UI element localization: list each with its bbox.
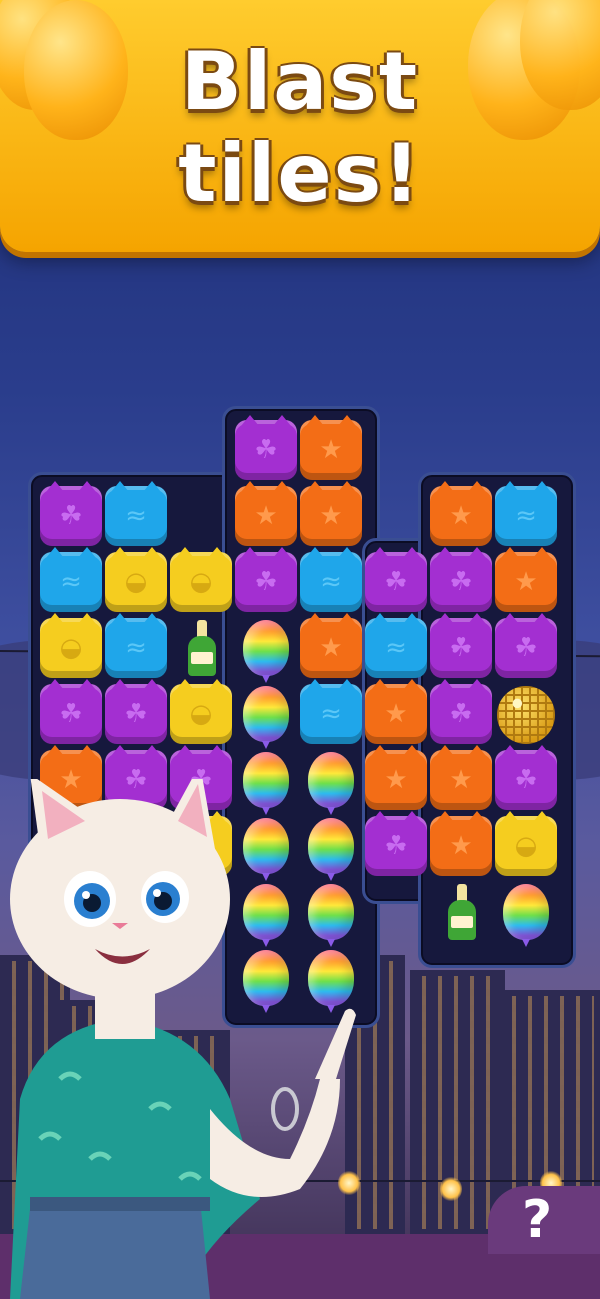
tile-purple[interactable]: ☘ — [235, 547, 297, 612]
fish-icon: ≈ — [515, 501, 537, 531]
fish-icon: ≈ — [125, 501, 147, 531]
tile-orange[interactable]: ★ — [235, 481, 297, 546]
paw-icon: ☘ — [514, 633, 538, 663]
mouse-icon: ◒ — [189, 699, 213, 729]
mouse-icon: ◒ — [124, 567, 148, 597]
tile-yellow[interactable]: ◒ — [170, 679, 232, 744]
paw-icon: ☘ — [449, 567, 473, 597]
paw-icon: ☘ — [384, 831, 408, 861]
tile-yellow[interactable]: ◒ — [105, 547, 167, 612]
tile-purple[interactable]: ☘ — [430, 679, 492, 744]
star-icon: ★ — [449, 765, 473, 795]
fish-icon: ≈ — [385, 633, 407, 663]
tile-yellow[interactable]: ◒ — [495, 811, 557, 876]
tile-purple[interactable]: ☘ — [365, 547, 427, 612]
star-icon: ★ — [514, 567, 538, 597]
cat-character — [10, 779, 356, 1299]
fish-icon: ≈ — [320, 567, 342, 597]
tile-purple[interactable]: ☘ — [430, 613, 492, 678]
mouse-icon: ◒ — [189, 567, 213, 597]
tile-orange[interactable]: ★ — [430, 745, 492, 810]
rainbow-balloon[interactable] — [503, 884, 549, 947]
star-icon: ★ — [319, 435, 343, 465]
mouse-icon: ◒ — [59, 633, 83, 663]
star-icon: ★ — [319, 633, 343, 663]
tile-purple[interactable]: ☘ — [495, 613, 557, 678]
rainbow-balloon[interactable] — [243, 620, 289, 683]
paw-icon: ☘ — [384, 567, 408, 597]
tile-purple[interactable]: ☘ — [235, 415, 297, 480]
tile-orange[interactable]: ★ — [300, 481, 362, 546]
tile-blue[interactable]: ≈ — [300, 679, 362, 744]
tile-purple[interactable]: ☘ — [365, 811, 427, 876]
tile-orange[interactable]: ★ — [300, 415, 362, 480]
help-button-label: ? — [522, 1190, 553, 1250]
tile-orange[interactable]: ★ — [300, 613, 362, 678]
tile-blue[interactable]: ≈ — [105, 481, 167, 546]
paw-icon: ☘ — [59, 501, 83, 531]
star-icon: ★ — [384, 765, 408, 795]
star-icon: ★ — [384, 699, 408, 729]
star-icon: ★ — [449, 831, 473, 861]
fish-icon: ≈ — [320, 699, 342, 729]
tile-orange[interactable]: ★ — [430, 481, 492, 546]
paw-icon: ☘ — [514, 765, 538, 795]
tile-orange[interactable]: ★ — [365, 679, 427, 744]
tile-blue[interactable]: ≈ — [40, 547, 102, 612]
tile-purple[interactable]: ☘ — [105, 679, 167, 744]
tile-blue[interactable]: ≈ — [365, 613, 427, 678]
tile-purple[interactable]: ☘ — [430, 547, 492, 612]
star-icon: ★ — [319, 501, 343, 531]
tile-orange[interactable]: ★ — [495, 547, 557, 612]
disco-ball[interactable] — [497, 686, 555, 744]
tile-purple[interactable]: ☘ — [40, 679, 102, 744]
tile-blue[interactable]: ≈ — [105, 613, 167, 678]
fish-icon: ≈ — [125, 633, 147, 663]
mouse-icon: ◒ — [514, 831, 538, 861]
banner-title-line2: tiles! — [178, 127, 422, 220]
tile-orange[interactable]: ★ — [430, 811, 492, 876]
tile-orange[interactable]: ★ — [365, 745, 427, 810]
champagne-bottle[interactable] — [188, 620, 216, 676]
paw-icon: ☘ — [59, 699, 83, 729]
star-icon: ★ — [449, 501, 473, 531]
promo-banner: Blast tiles! — [0, 0, 600, 252]
tile-purple[interactable]: ☘ — [495, 745, 557, 810]
paw-icon: ☘ — [254, 435, 278, 465]
tile-yellow[interactable]: ◒ — [40, 613, 102, 678]
rainbow-balloon[interactable] — [243, 686, 289, 749]
tile-yellow[interactable]: ◒ — [170, 547, 232, 612]
paw-icon: ☘ — [449, 699, 473, 729]
star-icon: ★ — [254, 501, 278, 531]
paw-icon: ☘ — [124, 699, 148, 729]
fish-icon: ≈ — [60, 567, 82, 597]
tile-purple[interactable]: ☘ — [40, 481, 102, 546]
tile-blue[interactable]: ≈ — [495, 481, 557, 546]
paw-icon: ☘ — [449, 633, 473, 663]
help-button[interactable]: ? — [488, 1186, 600, 1254]
banner-title-line1: Blast — [180, 35, 420, 128]
champagne-bottle[interactable] — [448, 884, 476, 940]
paw-icon: ☘ — [254, 567, 278, 597]
tile-blue[interactable]: ≈ — [300, 547, 362, 612]
